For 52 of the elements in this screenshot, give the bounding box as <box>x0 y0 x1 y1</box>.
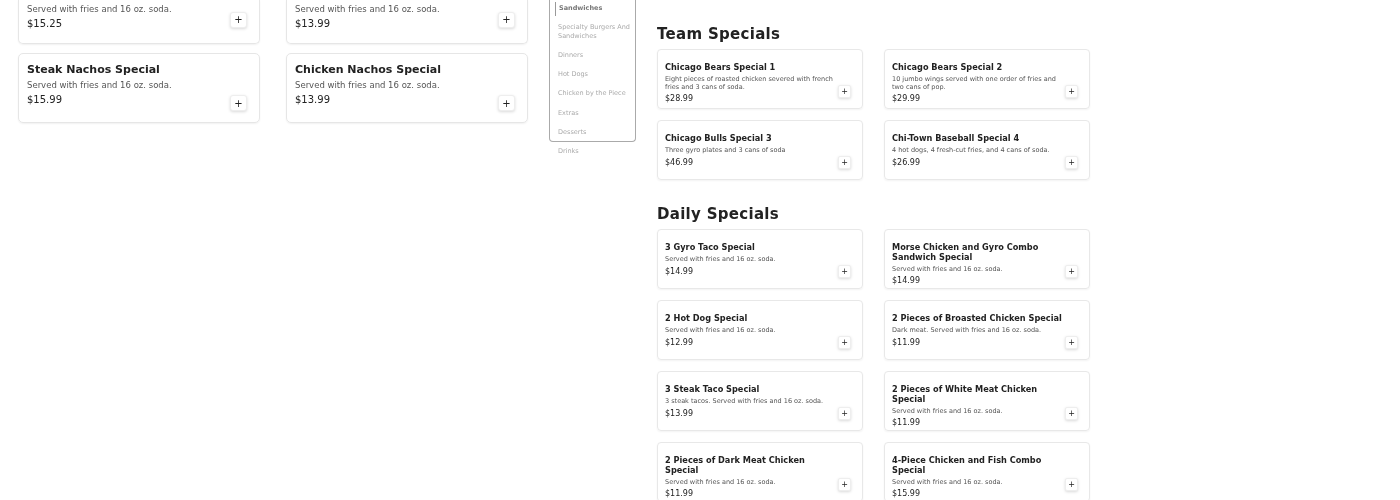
item-description: Served with fries and 16 oz. soda. <box>27 80 172 90</box>
item-price: $14.99 <box>665 266 694 276</box>
item-price: $12.99 <box>665 337 694 347</box>
item-name: 2 Pieces of Broasted Chicken Special <box>892 314 1063 324</box>
add-button[interactable]: + <box>498 95 515 111</box>
item-price: $15.99 <box>27 94 63 105</box>
add-button[interactable]: + <box>1065 265 1078 278</box>
item-name: Chicago Bears Special 1 <box>665 63 777 73</box>
item-price: $13.99 <box>295 94 331 105</box>
add-button[interactable]: + <box>230 95 247 111</box>
item-description: Served with fries and 16 oz. soda. <box>295 80 441 90</box>
add-button[interactable]: + <box>1065 407 1078 420</box>
item-description: Served with fries and 16 oz. soda. <box>295 4 440 14</box>
item-name: Morse Chicken and Gyro Combo Sandwich Special <box>892 243 1040 263</box>
item-name: Chicago Bulls Special 3 <box>665 134 773 144</box>
item-name: Chi-Town Baseball Special 4 <box>892 134 1021 144</box>
add-button[interactable]: + <box>838 336 851 349</box>
section-heading: Daily Specials <box>657 205 780 223</box>
item-price: $11.99 <box>665 489 694 499</box>
item-name: Steak Nachos Special <box>27 63 161 76</box>
add-button[interactable]: + <box>838 85 851 98</box>
item-name: Chicken Nachos Special <box>295 63 441 76</box>
add-button[interactable]: + <box>230 11 247 28</box>
add-button[interactable]: + <box>1065 478 1078 491</box>
item-name: 2 Pieces of Dark Meat Chicken Special <box>665 456 806 476</box>
add-button[interactable]: + <box>838 407 851 420</box>
item-price: $15.99 <box>892 489 921 499</box>
item-name: 2 Pieces of White Meat Chicken Special <box>892 385 1039 405</box>
add-button[interactable]: + <box>1065 336 1078 349</box>
item-price: $29.99 <box>892 94 921 104</box>
add-button[interactable]: + <box>1065 85 1078 98</box>
item-description: Served with fries and 16 oz. soda. <box>27 4 172 14</box>
section-heading: Team Specials <box>657 25 782 43</box>
item-price: $11.99 <box>892 418 921 428</box>
item-price: $11.99 <box>892 337 921 347</box>
item-name: 3 Steak Taco Special <box>665 385 761 395</box>
item-name: 3 Gyro Taco Special <box>665 243 756 253</box>
add-button[interactable]: + <box>838 156 851 169</box>
item-name: 2 Hot Dog Special <box>665 314 749 324</box>
add-button[interactable]: + <box>498 11 515 28</box>
item-price: $13.99 <box>295 18 331 29</box>
item-name: Chicago Bears Special 2 <box>892 63 1004 73</box>
item-price: $46.99 <box>665 157 694 167</box>
item-price: $15.25 <box>27 18 63 29</box>
item-price: $26.99 <box>892 157 921 167</box>
item-price: $28.99 <box>665 94 694 104</box>
item-price: $13.99 <box>665 408 694 418</box>
add-button[interactable]: + <box>838 265 851 278</box>
item-name: 4-Piece Chicken and Fish Combo Special <box>892 456 1043 476</box>
add-button[interactable]: + <box>838 478 851 491</box>
item-price: $14.99 <box>892 276 921 286</box>
add-button[interactable]: + <box>1065 156 1078 169</box>
